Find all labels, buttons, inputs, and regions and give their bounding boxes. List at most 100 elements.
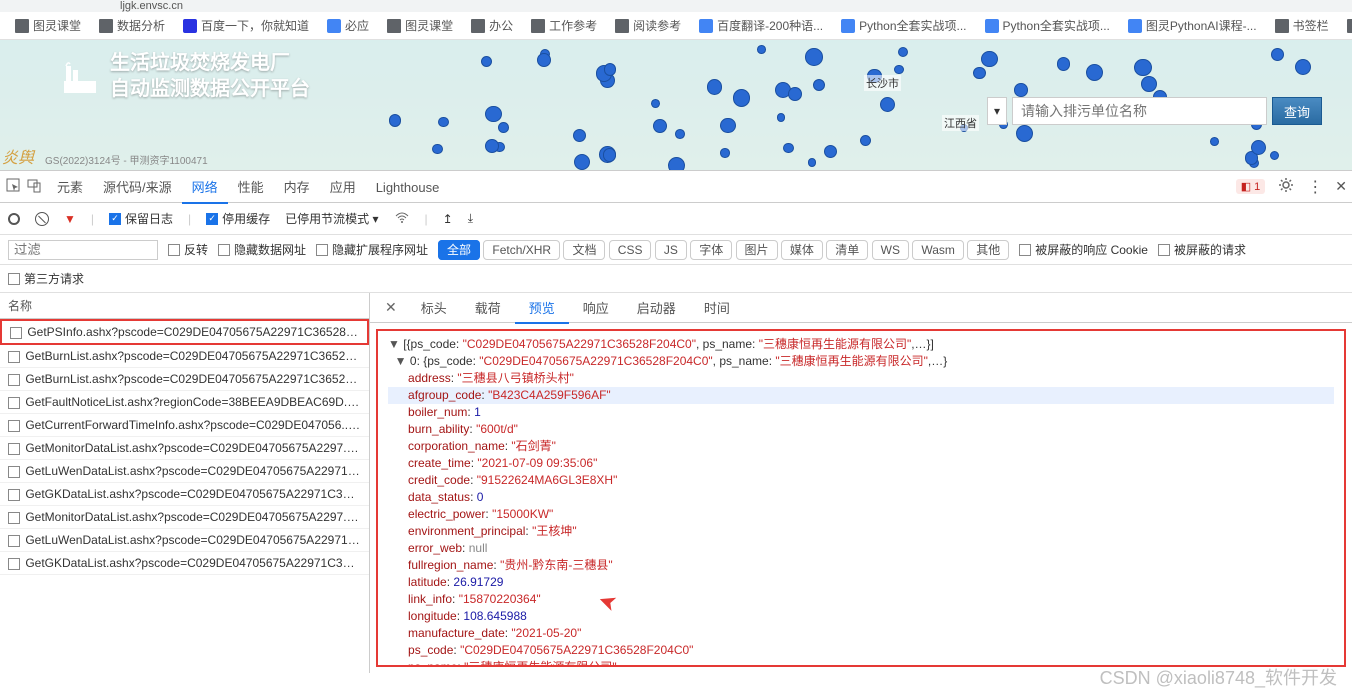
bookmark-item[interactable]: 百度翻译-200种语... bbox=[699, 17, 823, 34]
map-marker[interactable] bbox=[485, 139, 499, 153]
request-item[interactable]: GetGKDataList.ashx?pscode=C029DE04705675… bbox=[0, 483, 369, 506]
bookmark-item[interactable]: Python全套实战项... bbox=[985, 17, 1110, 34]
close-icon[interactable]: ✕ bbox=[1335, 178, 1347, 195]
close-panel-icon[interactable]: ✕ bbox=[375, 299, 407, 316]
filter-chip[interactable]: 全部 bbox=[438, 240, 480, 260]
request-item[interactable]: GetBurnList.ashx?pscode=C029DE04705675A2… bbox=[0, 368, 369, 391]
record-button[interactable] bbox=[8, 213, 20, 225]
bookmark-item[interactable]: 百度一下，你就知道 bbox=[183, 17, 309, 34]
map-marker[interactable] bbox=[707, 79, 723, 95]
response-tab[interactable]: 启动器 bbox=[623, 295, 690, 322]
map-marker[interactable] bbox=[498, 122, 509, 133]
download-icon[interactable]: ⤓ bbox=[468, 211, 473, 226]
request-item[interactable]: GetMonitorDataList.ashx?pscode=C029DE047… bbox=[0, 506, 369, 529]
devtools-tab[interactable]: Lighthouse bbox=[366, 173, 450, 202]
filter-icon[interactable]: ▼ bbox=[64, 212, 76, 226]
devtools-tab[interactable]: 元素 bbox=[47, 173, 93, 202]
preserve-log-checkbox[interactable]: ✓保留日志 bbox=[109, 210, 173, 227]
devtools-tab[interactable]: 网络 bbox=[182, 173, 228, 204]
request-item[interactable]: GetLuWenDataList.ashx?pscode=C029DE04705… bbox=[0, 529, 369, 552]
map-marker[interactable] bbox=[537, 53, 551, 67]
bookmark-item[interactable]: 工作参考 bbox=[531, 17, 597, 34]
map-marker[interactable] bbox=[805, 48, 823, 66]
map-marker[interactable] bbox=[898, 47, 909, 58]
request-item[interactable]: GetPSInfo.ashx?pscode=C029DE04705675A229… bbox=[0, 319, 369, 345]
filter-chip[interactable]: WS bbox=[872, 240, 909, 260]
request-item[interactable]: GetLuWenDataList.ashx?pscode=C029DE04705… bbox=[0, 460, 369, 483]
hide-ext-checkbox[interactable]: 隐藏扩展程序网址 bbox=[316, 241, 428, 258]
request-item[interactable]: GetBurnList.ashx?pscode=C029DE04705675A2… bbox=[0, 345, 369, 368]
map-marker[interactable] bbox=[603, 148, 616, 161]
wifi-icon[interactable] bbox=[394, 210, 410, 227]
map-marker[interactable] bbox=[653, 119, 667, 133]
map-marker[interactable] bbox=[1210, 137, 1219, 146]
bookmark-item[interactable]: 书签栏 bbox=[1275, 17, 1329, 34]
request-item[interactable]: GetMonitorDataList.ashx?pscode=C029DE047… bbox=[0, 437, 369, 460]
map-marker[interactable] bbox=[1086, 64, 1103, 81]
upload-icon[interactable]: ↥ bbox=[443, 212, 453, 226]
bookmark-item[interactable]: 必应 bbox=[327, 17, 369, 34]
devtools-tab[interactable]: 应用 bbox=[320, 173, 366, 202]
more-icon[interactable]: ⋮ bbox=[1307, 177, 1323, 197]
map-marker[interactable] bbox=[1295, 59, 1311, 75]
devtools-tab[interactable]: 内存 bbox=[274, 173, 320, 202]
blocked-req-checkbox[interactable]: 被屏蔽的请求 bbox=[1158, 241, 1246, 258]
search-dropdown[interactable]: ▾ bbox=[987, 97, 1007, 125]
json-preview[interactable]: ➤ ▼ [{ps_code: "C029DE04705675A22971C365… bbox=[376, 329, 1346, 667]
settings-icon[interactable] bbox=[1277, 176, 1295, 197]
response-tab[interactable]: 时间 bbox=[690, 295, 744, 322]
filter-chip[interactable]: JS bbox=[655, 240, 687, 260]
map-marker[interactable] bbox=[1134, 59, 1152, 77]
map-marker[interactable] bbox=[389, 114, 401, 126]
map-marker[interactable] bbox=[788, 87, 802, 101]
response-tab[interactable]: 预览 bbox=[515, 295, 569, 324]
search-button[interactable]: 查询 bbox=[1272, 97, 1322, 125]
throttle-dropdown[interactable]: 已停用节流模式 ▾ bbox=[285, 210, 378, 227]
devtools-tab[interactable]: 源代码/来源 bbox=[93, 173, 182, 202]
bookmark-item[interactable]: 九道测试题 bbox=[1347, 17, 1352, 34]
map-marker[interactable] bbox=[604, 63, 616, 75]
map-marker[interactable] bbox=[573, 129, 586, 142]
map-marker[interactable] bbox=[1016, 125, 1033, 142]
map-marker[interactable] bbox=[880, 97, 895, 112]
request-item[interactable]: GetFaultNoticeList.ashx?regionCode=38BEE… bbox=[0, 391, 369, 414]
clear-button[interactable] bbox=[35, 212, 49, 226]
map-marker[interactable] bbox=[651, 99, 660, 108]
map-marker[interactable] bbox=[668, 157, 685, 170]
map-marker[interactable] bbox=[777, 113, 785, 121]
warnings-badge[interactable]: ◧ 1 bbox=[1236, 179, 1266, 194]
filter-chip[interactable]: 媒体 bbox=[781, 240, 823, 260]
hide-data-checkbox[interactable]: 隐藏数据网址 bbox=[218, 241, 306, 258]
map-marker[interactable] bbox=[675, 129, 685, 139]
bookmark-item[interactable]: 阅读参考 bbox=[615, 17, 681, 34]
filter-input[interactable] bbox=[8, 240, 158, 260]
response-tab[interactable]: 载荷 bbox=[461, 295, 515, 322]
map-marker[interactable] bbox=[1270, 151, 1279, 160]
search-input[interactable] bbox=[1012, 97, 1267, 125]
invert-checkbox[interactable]: 反转 bbox=[168, 241, 208, 258]
blocked-resp-checkbox[interactable]: 被屏蔽的响应 Cookie bbox=[1019, 241, 1148, 258]
response-tab[interactable]: 响应 bbox=[569, 295, 623, 322]
filter-chip[interactable]: Fetch/XHR bbox=[483, 240, 560, 260]
map-marker[interactable] bbox=[438, 117, 448, 127]
bookmark-item[interactable]: 图灵PythonAI课程-... bbox=[1128, 17, 1257, 34]
map-marker[interactable] bbox=[1014, 83, 1028, 97]
filter-chip[interactable]: 清单 bbox=[826, 240, 868, 260]
map-marker[interactable] bbox=[485, 106, 502, 123]
map-marker[interactable] bbox=[813, 79, 825, 91]
map-marker[interactable] bbox=[574, 154, 590, 170]
map-marker[interactable] bbox=[481, 56, 493, 68]
map-marker[interactable] bbox=[1057, 57, 1070, 70]
bookmark-item[interactable]: 图灵课堂 bbox=[15, 17, 81, 34]
map-marker[interactable] bbox=[824, 145, 837, 158]
request-item[interactable]: GetGKDataList.ashx?pscode=C029DE04705675… bbox=[0, 552, 369, 575]
map-marker[interactable] bbox=[1251, 140, 1266, 155]
third-party-checkbox[interactable]: 第三方请求 bbox=[8, 270, 84, 287]
bookmark-item[interactable]: 图灵课堂 bbox=[387, 17, 453, 34]
map-marker[interactable] bbox=[860, 135, 871, 146]
bookmark-item[interactable]: Python全套实战项... bbox=[841, 17, 966, 34]
filter-chip[interactable]: 其他 bbox=[967, 240, 1009, 260]
map-marker[interactable] bbox=[720, 118, 735, 133]
filter-chip[interactable]: 字体 bbox=[690, 240, 732, 260]
filter-chip[interactable]: 文档 bbox=[563, 240, 605, 260]
